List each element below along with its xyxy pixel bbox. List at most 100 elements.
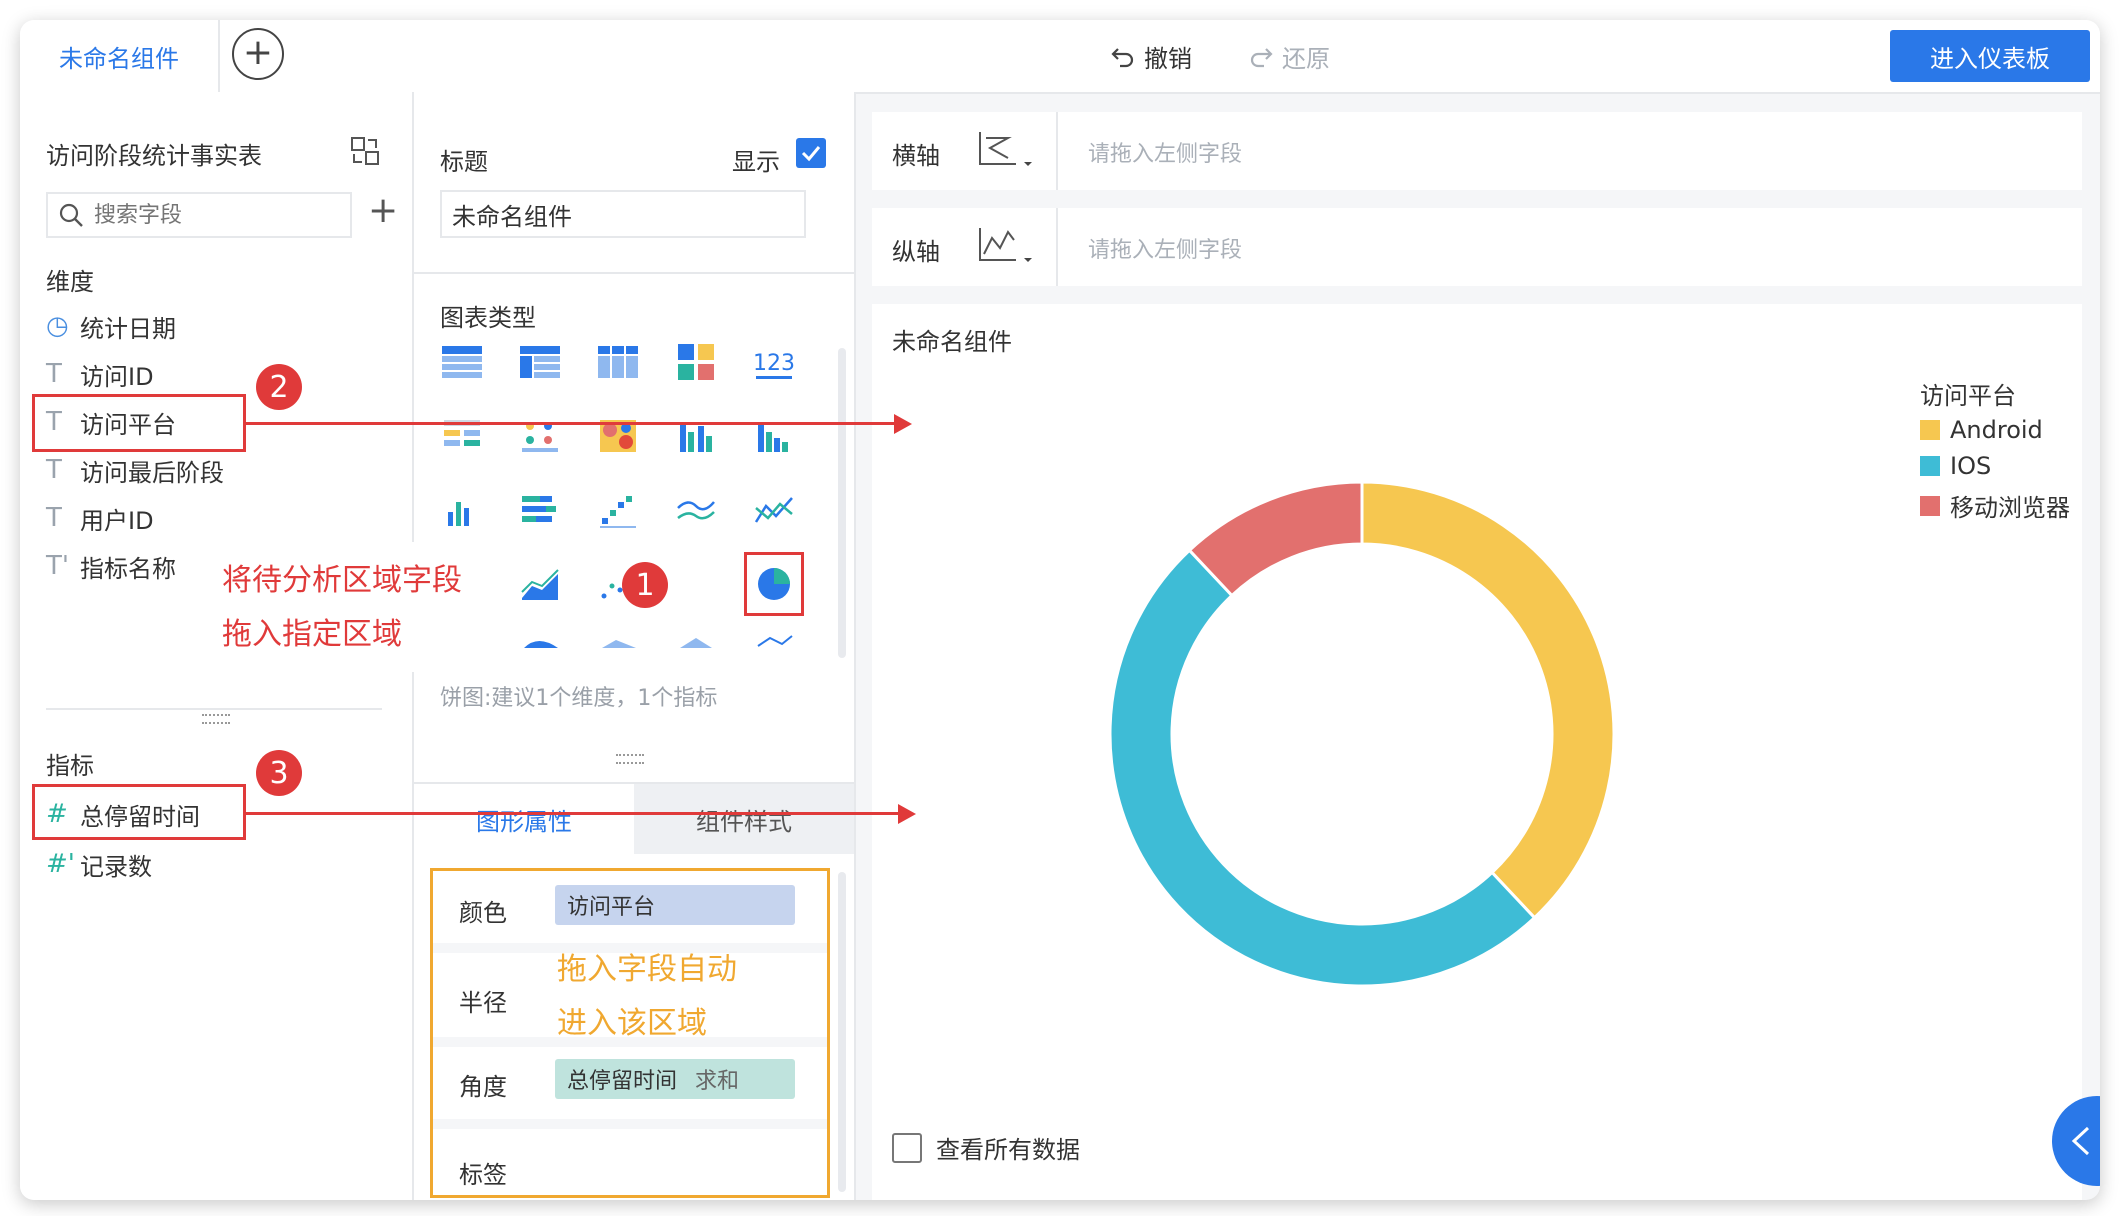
undo-label: 撤销 (1144, 44, 1192, 73)
dimensions-heading: 维度 (46, 268, 94, 296)
column-chart-icon[interactable] (440, 488, 484, 532)
donut-slice[interactable] (1187, 480, 1364, 598)
number-chart-icon[interactable]: 123 (752, 340, 796, 384)
y-axis-placeholder: 请拖入左侧字段 (1088, 238, 1243, 263)
legend-title: 访问平台 (1920, 382, 2016, 410)
check-icon (801, 146, 821, 162)
chart-types-scrollbar[interactable] (838, 348, 846, 658)
x-axis-type-icon[interactable] (976, 128, 1040, 172)
search-box[interactable] (46, 192, 352, 238)
step-badge-1: 1 (622, 562, 668, 608)
orange-annotation: 拖入字段自动 进入该区域 (557, 943, 737, 1051)
top-toolbar: 未命名组件 + 撤销 还原 进入仪表板 (20, 20, 2100, 94)
add-tab-button[interactable]: + (232, 28, 284, 80)
dot-table-icon[interactable] (518, 414, 562, 458)
undo-icon (1111, 48, 1134, 68)
step-chart-icon[interactable] (596, 488, 640, 532)
field-label: 记录数 (80, 852, 152, 881)
grouped-bar-icon[interactable] (674, 414, 718, 458)
arrow-head-icon (894, 414, 912, 434)
measure-field[interactable]: #' 记录数 (46, 842, 152, 886)
kpi-grid-icon[interactable] (674, 340, 718, 384)
y-axis-type-icon[interactable] (976, 224, 1040, 268)
properties-drop-zone: 颜色 访问平台 半径 角度 总停留时间 求和 标签 拖入字段自动 进入该区域 (430, 868, 830, 1198)
orange-annotation-line2: 进入该区域 (557, 1006, 707, 1041)
enter-dashboard-button[interactable]: 进入仪表板 (1890, 30, 2090, 82)
red-annotation-line2: 拖入指定区域 (222, 617, 402, 652)
search-icon (59, 203, 83, 227)
text-derived-icon: T' (46, 551, 70, 581)
table-name: 访问阶段统计事实表 (46, 142, 262, 170)
search-input[interactable] (92, 201, 336, 229)
tag-label: 标签 (459, 1161, 507, 1189)
legend-swatch (1920, 456, 1940, 476)
resize-handle[interactable] (202, 714, 230, 724)
heatmap-icon[interactable] (596, 414, 640, 458)
legend-label: 移动浏览器 (1950, 494, 2070, 522)
redo-icon (1250, 48, 1273, 68)
legend-label: Android (1950, 416, 2043, 444)
clock-icon: ◷ (46, 311, 69, 341)
orange-annotation-line1: 拖入字段自动 (557, 952, 737, 987)
group-table-icon[interactable] (518, 340, 562, 384)
dimension-field[interactable]: T 访问最后阶段 (46, 448, 224, 492)
dimension-field[interactable]: T 用户ID (46, 496, 154, 540)
y-axis-label: 纵轴 (892, 238, 940, 266)
angle-field-chip[interactable]: 总停留时间 求和 (555, 1059, 795, 1099)
angle-property-row: 角度 总停留时间 求和 (433, 1047, 813, 1125)
dimension-field[interactable]: T' 指标名称 (46, 544, 176, 588)
dimension-field[interactable]: T 访问ID (46, 352, 154, 396)
view-all-data-toggle[interactable]: 查看所有数据 (892, 1130, 1080, 1165)
measures-heading: 指标 (46, 752, 94, 780)
color-field-chip[interactable]: 访问平台 (555, 885, 795, 925)
field-highlight-duration (32, 784, 246, 840)
text-type-icon: T (46, 359, 62, 389)
dimension-field[interactable]: ◷ 统计日期 (46, 304, 176, 348)
title-input[interactable]: 未命名组件 (440, 190, 806, 238)
tab-component-style[interactable]: 组件样式 (634, 784, 854, 854)
legend-item[interactable]: 移动浏览器 (1920, 488, 2070, 523)
x-axis-drop-row[interactable]: 横轴 请拖入左侧字段 (872, 112, 2082, 190)
red-annotation-note: 将待分析区域字段 拖入指定区域 (206, 542, 502, 672)
svg-text:123: 123 (753, 351, 795, 376)
color-label: 颜色 (459, 899, 507, 927)
properties-scrollbar[interactable] (838, 872, 846, 1192)
table-chart-icon[interactable] (440, 340, 484, 384)
chart-title: 未命名组件 (892, 328, 1012, 356)
aggregation-label[interactable]: 求和 (695, 1063, 739, 1095)
undo-button[interactable]: 撤销 (1110, 38, 1192, 74)
red-annotation-line1: 将待分析区域字段 (222, 563, 462, 598)
add-field-button[interactable]: + (368, 190, 398, 231)
resize-handle[interactable] (616, 754, 644, 764)
field-label: 统计日期 (80, 314, 176, 343)
row-separator (433, 1119, 827, 1129)
angle-field-name: 总停留时间 (567, 1069, 678, 1094)
tab-graphic-properties[interactable]: 图形属性 (414, 784, 634, 854)
view-all-checkbox[interactable] (892, 1132, 922, 1163)
color-table-icon[interactable] (440, 414, 484, 458)
legend-item[interactable]: IOS (1920, 452, 1991, 480)
bar-chart-icon[interactable] (752, 414, 796, 458)
donut-slice[interactable] (1360, 480, 1616, 920)
cross-table-icon[interactable] (596, 340, 640, 384)
redo-button[interactable]: 还原 (1248, 38, 1330, 74)
polyline-chart-icon[interactable] (752, 488, 796, 532)
switch-table-icon[interactable] (348, 134, 382, 168)
tag-property-row: 标签 (433, 1129, 813, 1200)
x-axis-label: 横轴 (892, 142, 940, 170)
arrow-head-icon (898, 804, 916, 824)
step-badge-3: 3 (256, 750, 302, 796)
chart-canvas: 未命名组件 访问平台 Android IOS 移动浏览器 查看所有数据 (872, 304, 2082, 1200)
donut-chart (1108, 480, 1616, 988)
field-label: 访问最后阶段 (80, 458, 224, 487)
hash-derived-icon: #' (46, 849, 75, 879)
line-chart-icon[interactable] (674, 488, 718, 532)
y-axis-drop-row[interactable]: 纵轴 请拖入左侧字段 (872, 208, 2082, 286)
legend-item[interactable]: Android (1920, 416, 2043, 444)
area-chart-icon[interactable] (518, 562, 562, 606)
donut-slice[interactable] (1108, 548, 1537, 988)
stacked-bar-icon[interactable] (518, 488, 562, 532)
chevron-left-icon (2071, 1126, 2090, 1156)
show-title-checkbox[interactable] (796, 138, 826, 168)
component-tab[interactable]: 未命名组件 (20, 20, 220, 92)
